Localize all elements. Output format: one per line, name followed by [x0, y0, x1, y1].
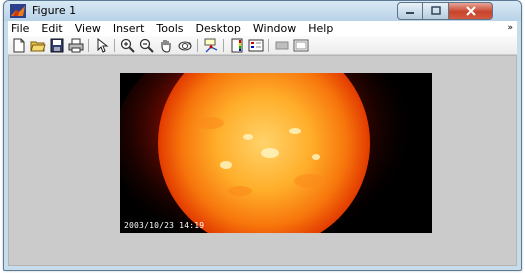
menu-view[interactable]: View: [69, 21, 107, 36]
sun-image: [120, 73, 432, 233]
pan-icon[interactable]: [158, 38, 174, 53]
data-cursor-icon[interactable]: [203, 38, 219, 53]
hide-plot-tools-icon[interactable]: [274, 38, 290, 53]
close-button[interactable]: [449, 2, 493, 20]
menu-file[interactable]: File: [8, 21, 35, 36]
toolbar-separator: [88, 39, 89, 52]
menu-insert[interactable]: Insert: [107, 21, 151, 36]
window-title: Figure 1: [32, 4, 77, 17]
toolbar-separator: [197, 39, 198, 52]
menu-bar: File Edit View Insert Tools Desktop Wind…: [8, 21, 517, 36]
new-figure-icon[interactable]: [11, 38, 27, 53]
matlab-logo-icon: [10, 4, 26, 18]
save-icon[interactable]: [49, 38, 65, 53]
close-icon: [449, 3, 492, 19]
minimize-button[interactable]: [397, 2, 423, 20]
print-icon[interactable]: [68, 38, 84, 53]
maximize-icon: [423, 3, 448, 19]
edit-plot-icon[interactable]: [94, 38, 110, 53]
title-bar[interactable]: Figure 1: [4, 1, 521, 21]
zoom-in-icon[interactable]: [120, 38, 136, 53]
figure-canvas: 2003/10/23 14:19: [8, 55, 517, 266]
minimize-icon: [398, 3, 422, 19]
image-axes[interactable]: 2003/10/23 14:19: [120, 73, 432, 233]
image-timestamp: 2003/10/23 14:19: [124, 221, 205, 230]
chevron-double-right-icon[interactable]: »: [507, 23, 513, 33]
menu-tools[interactable]: Tools: [150, 21, 189, 36]
toolbar-separator: [223, 39, 224, 52]
zoom-out-icon[interactable]: [139, 38, 155, 53]
show-plot-tools-icon[interactable]: [293, 38, 309, 53]
colorbar-icon[interactable]: [229, 38, 245, 53]
menu-window[interactable]: Window: [247, 21, 302, 36]
menu-desktop[interactable]: Desktop: [190, 21, 247, 36]
open-file-icon[interactable]: [30, 38, 46, 53]
toolbar-separator: [114, 39, 115, 52]
figure-window: Figure 1 File Edit View Insert Tools Des…: [3, 0, 522, 271]
menu-edit[interactable]: Edit: [35, 21, 68, 36]
maximize-button[interactable]: [423, 2, 449, 20]
menu-help[interactable]: Help: [302, 21, 339, 36]
figure-toolbar: [8, 36, 517, 55]
rotate-3d-icon[interactable]: [177, 38, 193, 53]
toolbar-separator: [268, 39, 269, 52]
legend-icon[interactable]: [248, 38, 264, 53]
